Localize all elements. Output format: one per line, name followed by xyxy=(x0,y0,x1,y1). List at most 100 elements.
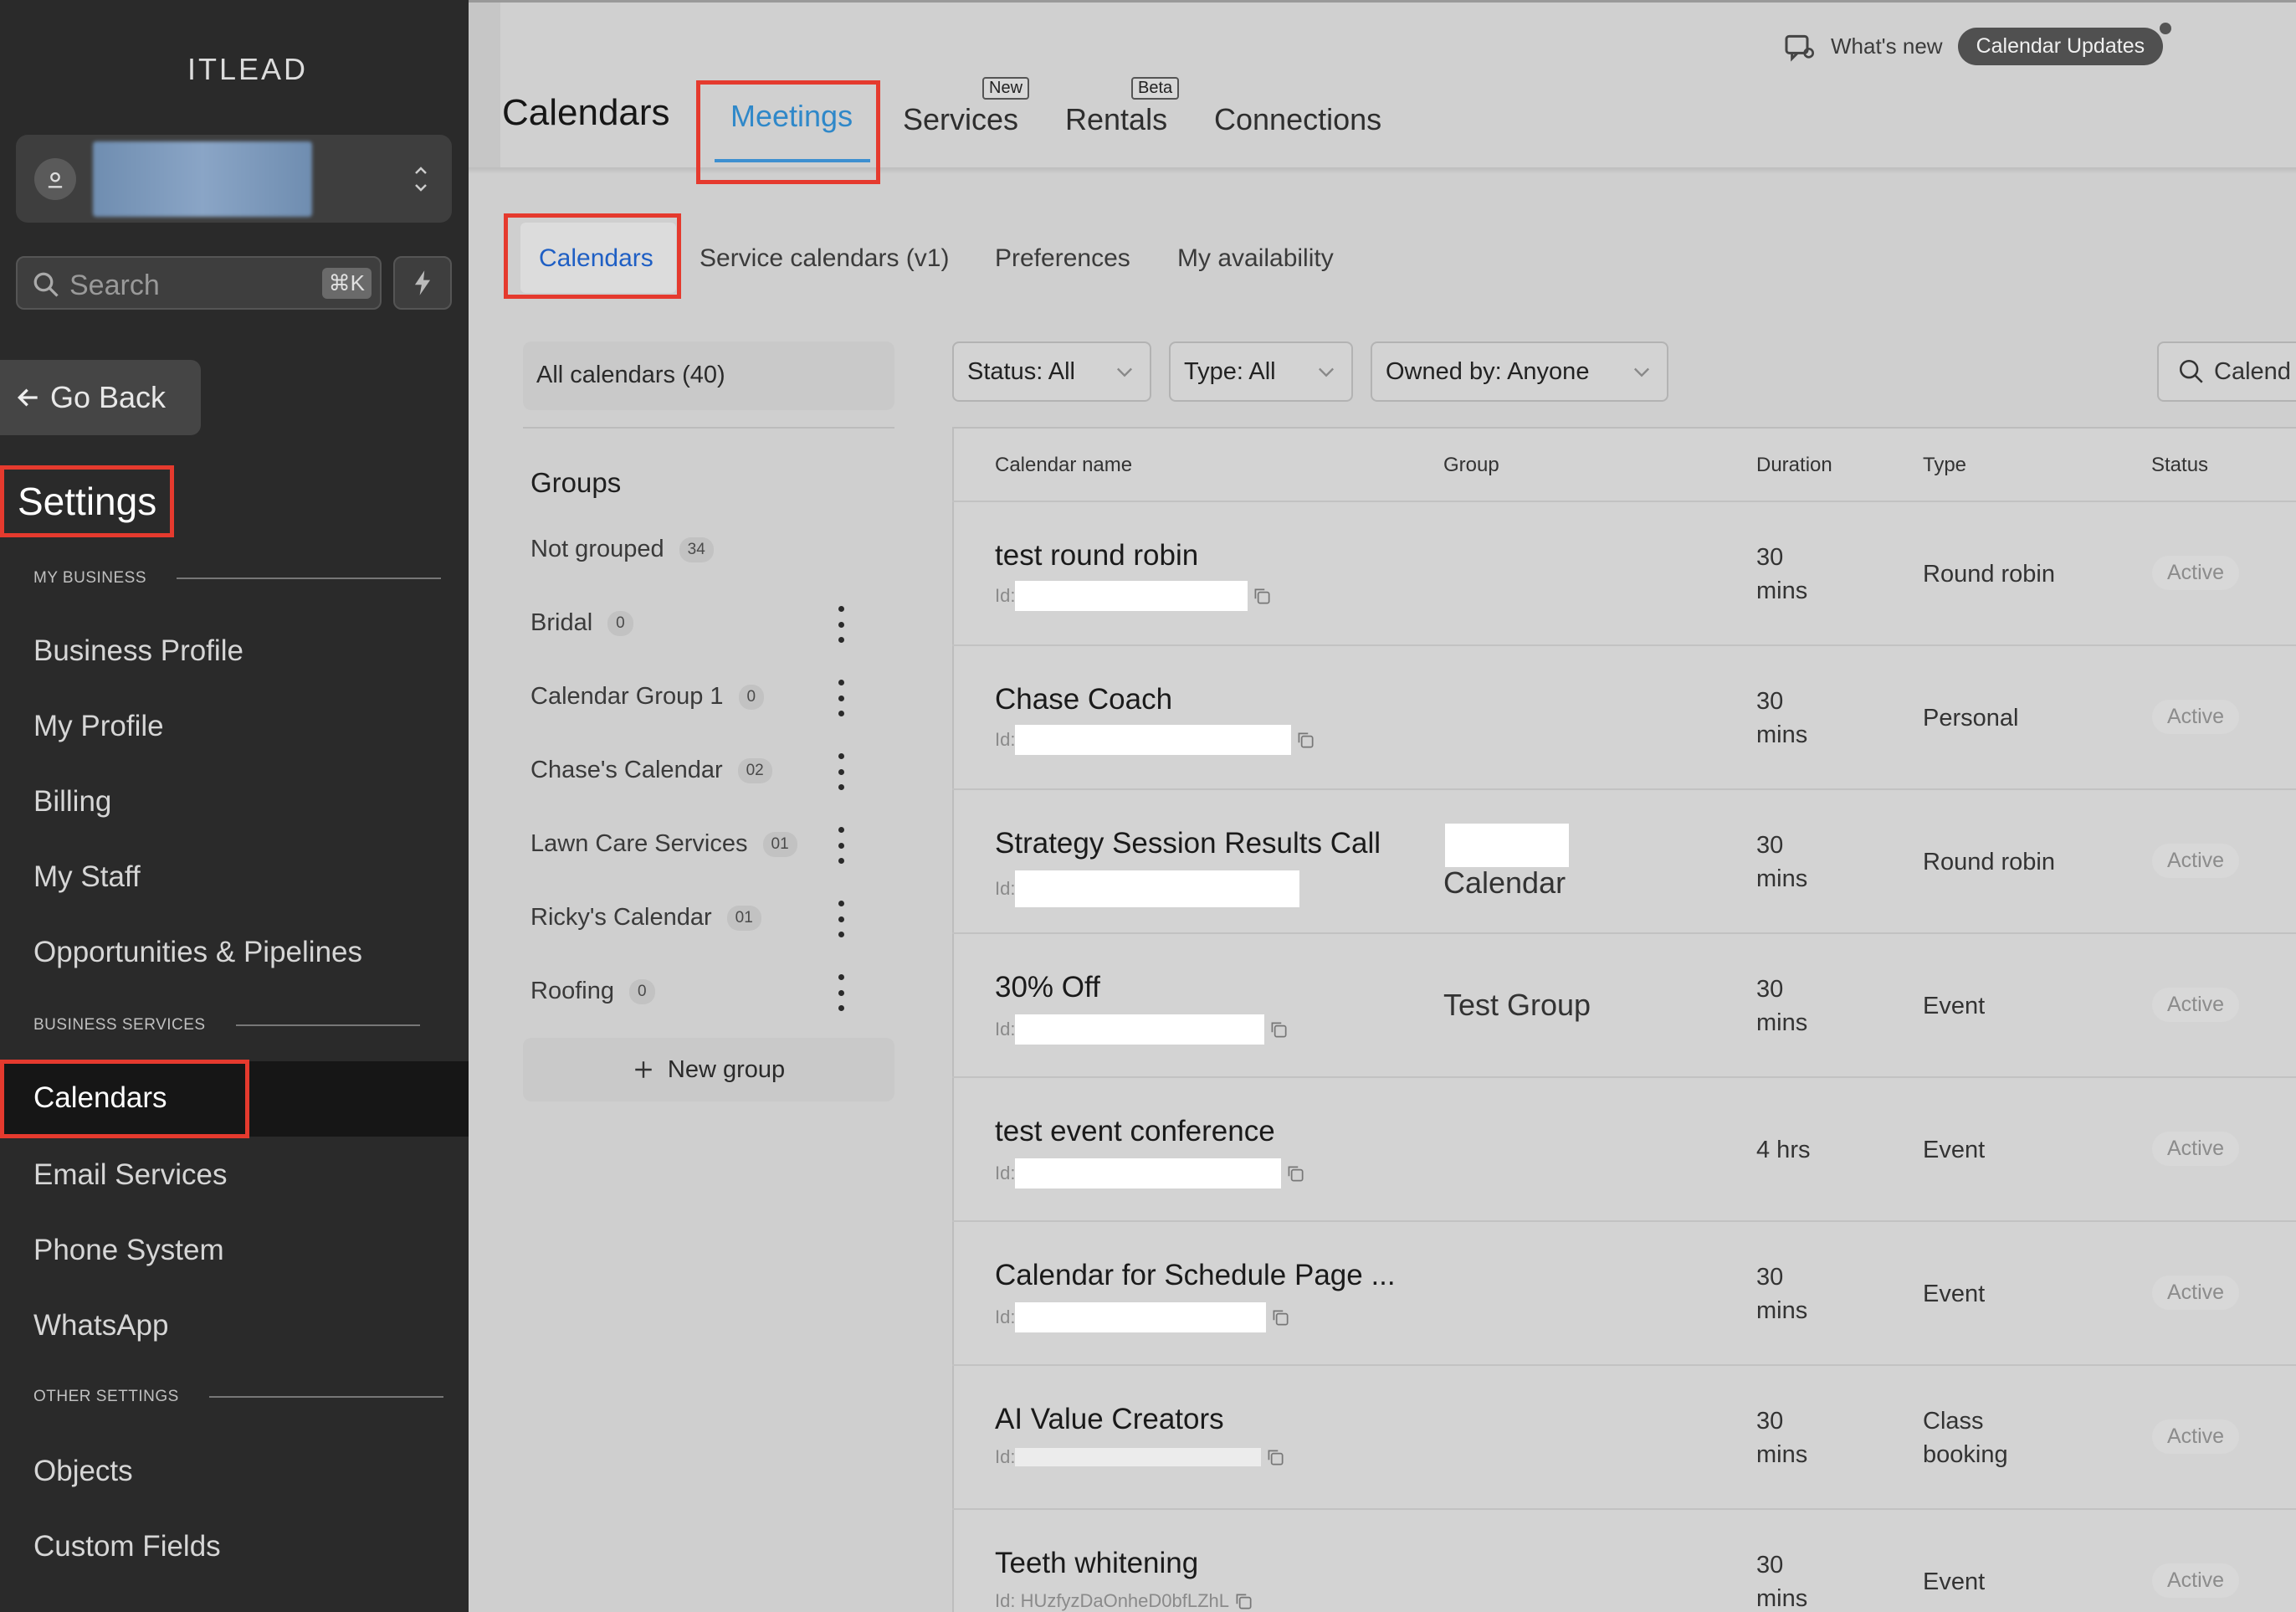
group-name: Not grouped xyxy=(530,536,664,562)
chevron-down-icon xyxy=(1319,367,1334,377)
group-item[interactable]: Bridal 0 xyxy=(530,609,633,637)
duration-cell: 30 mins xyxy=(1756,1552,1808,1612)
calendar-updates-pill[interactable]: Calendar Updates xyxy=(1957,22,2172,65)
group-name: Ricky's Calendar xyxy=(530,904,712,931)
calendar-name[interactable]: Teeth whitening xyxy=(995,1547,1198,1580)
group-item[interactable]: Chase's Calendar 02 xyxy=(530,757,772,784)
copy-icon[interactable] xyxy=(1268,1019,1289,1040)
tab-connections[interactable]: Connections xyxy=(1214,102,1381,137)
whats-new[interactable]: What's new Calendar Updates xyxy=(1782,22,2172,69)
announcement-icon xyxy=(1785,34,1814,62)
status-filter[interactable]: Status: All xyxy=(952,341,1151,402)
calendar-id: Id: xyxy=(995,870,1300,907)
subtab-my-availability[interactable]: My availability xyxy=(1177,244,1334,273)
calendar-name[interactable]: Chase Coach xyxy=(995,683,1172,716)
calendar-id: Id: xyxy=(995,1158,1306,1188)
sidebar-item-my-profile[interactable]: My Profile xyxy=(33,710,164,743)
copy-icon[interactable] xyxy=(1264,1446,1286,1468)
new-group-button[interactable]: New group xyxy=(523,1038,894,1101)
copy-icon[interactable] xyxy=(1284,1163,1306,1184)
owned-by-filter-label: Owned by: Anyone xyxy=(1386,357,1590,385)
status-badge: Active xyxy=(2152,844,2240,878)
row-divider xyxy=(952,501,2296,502)
group-count: 0 xyxy=(628,978,655,1004)
group-menu-icon[interactable] xyxy=(835,974,847,1011)
account-switcher[interactable] xyxy=(16,135,452,223)
group-name: Lawn Care Services xyxy=(530,830,748,857)
type-cell: Event xyxy=(1923,1568,1986,1595)
section-other-settings: OTHER SETTINGS xyxy=(33,1388,443,1406)
group-menu-icon[interactable] xyxy=(835,606,847,643)
group-item[interactable]: Roofing 0 xyxy=(530,978,655,1005)
calendar-name[interactable]: AI Value Creators xyxy=(995,1403,1224,1436)
duration-cell: 30 mins xyxy=(1756,976,1808,1036)
group-item[interactable]: Not grouped 34 xyxy=(530,536,714,563)
copy-icon[interactable] xyxy=(1294,729,1316,751)
group-count: 01 xyxy=(762,831,797,857)
group-count: 01 xyxy=(726,905,761,931)
quick-actions-button[interactable] xyxy=(393,256,452,310)
whats-new-label: What's new xyxy=(1831,33,1943,59)
notification-dot xyxy=(2160,22,2172,34)
status-filter-label: Status: All xyxy=(967,357,1075,385)
top-bar-gutter xyxy=(469,3,500,173)
settings-title: Settings xyxy=(0,465,174,537)
copy-icon[interactable] xyxy=(1269,1307,1291,1328)
status-badge: Active xyxy=(2152,1563,2240,1598)
search-label: Search xyxy=(69,270,160,301)
group-menu-icon[interactable] xyxy=(835,827,847,864)
calendar-updates-label: Calendar Updates xyxy=(1976,33,2145,58)
group-count: 0 xyxy=(738,684,765,710)
groups-divider xyxy=(523,427,894,429)
duration-cell: 30 mins xyxy=(1756,832,1808,892)
sidebar-item-billing[interactable]: Billing xyxy=(33,785,111,819)
type-filter-label: Type: All xyxy=(1184,357,1276,385)
column-header-type: Type xyxy=(1923,454,1967,476)
calendar-search-input[interactable]: Calend xyxy=(2157,341,2296,402)
duration-cell: 30 mins xyxy=(1756,1264,1808,1324)
group-redacted xyxy=(1445,824,1569,867)
tab-services[interactable]: Services xyxy=(903,102,1018,137)
sidebar-item-custom-fields[interactable]: Custom Fields xyxy=(33,1530,221,1563)
go-back-button[interactable]: Go Back xyxy=(0,360,201,435)
group-menu-icon[interactable] xyxy=(835,680,847,716)
copy-icon[interactable] xyxy=(1233,1590,1254,1612)
group-item[interactable]: Ricky's Calendar 01 xyxy=(530,904,761,932)
calendar-name[interactable]: test round robin xyxy=(995,539,1198,572)
chevron-down-icon xyxy=(1634,367,1649,377)
sidebar-item-opportunities[interactable]: Opportunities & Pipelines xyxy=(33,936,362,969)
owned-by-filter[interactable]: Owned by: Anyone xyxy=(1371,341,1668,402)
type-filter[interactable]: Type: All xyxy=(1169,341,1353,402)
subtab-service-calendars[interactable]: Service calendars (v1) xyxy=(700,244,949,273)
group-item[interactable]: Lawn Care Services 01 xyxy=(530,830,797,858)
sidebar-item-whatsapp[interactable]: WhatsApp xyxy=(33,1309,168,1342)
type-cell: Event xyxy=(1923,993,1986,1019)
calendar-name[interactable]: Strategy Session Results Call xyxy=(995,827,1381,860)
calendar-name[interactable]: 30% Off xyxy=(995,971,1100,1004)
group-item[interactable]: Calendar Group 1 0 xyxy=(530,683,765,711)
subtab-preferences[interactable]: Preferences xyxy=(995,244,1130,273)
sidebar-item-phone-system[interactable]: Phone System xyxy=(33,1234,224,1267)
row-divider xyxy=(952,932,2296,934)
sidebar-item-my-staff[interactable]: My Staff xyxy=(33,860,141,894)
sidebar-search[interactable]: Search ⌘K xyxy=(16,256,382,310)
calendar-name[interactable]: test event conference xyxy=(995,1115,1275,1148)
copy-icon[interactable] xyxy=(1251,585,1273,607)
sidebar-item-email-services[interactable]: Email Services xyxy=(33,1158,227,1192)
type-cell: Class booking xyxy=(1923,1408,2008,1468)
group-menu-icon[interactable] xyxy=(835,753,847,790)
sidebar-item-objects[interactable]: Objects xyxy=(33,1455,133,1488)
status-badge: Active xyxy=(2152,988,2240,1022)
section-business-services: BUSINESS SERVICES xyxy=(33,1016,420,1034)
duration-cell: 30 mins xyxy=(1756,688,1808,748)
tab-rentals[interactable]: Rentals xyxy=(1065,102,1167,137)
page-title: Calendars xyxy=(502,92,670,133)
row-divider xyxy=(952,788,2296,790)
group-cell: Test Group xyxy=(1443,988,1591,1022)
group-menu-icon[interactable] xyxy=(835,901,847,937)
all-calendars-item[interactable]: All calendars (40) xyxy=(523,341,894,410)
row-divider xyxy=(952,1220,2296,1222)
group-count: 02 xyxy=(737,757,772,783)
calendar-name[interactable]: Calendar for Schedule Page ... xyxy=(995,1259,1396,1292)
sidebar-item-business-profile[interactable]: Business Profile xyxy=(33,634,243,668)
